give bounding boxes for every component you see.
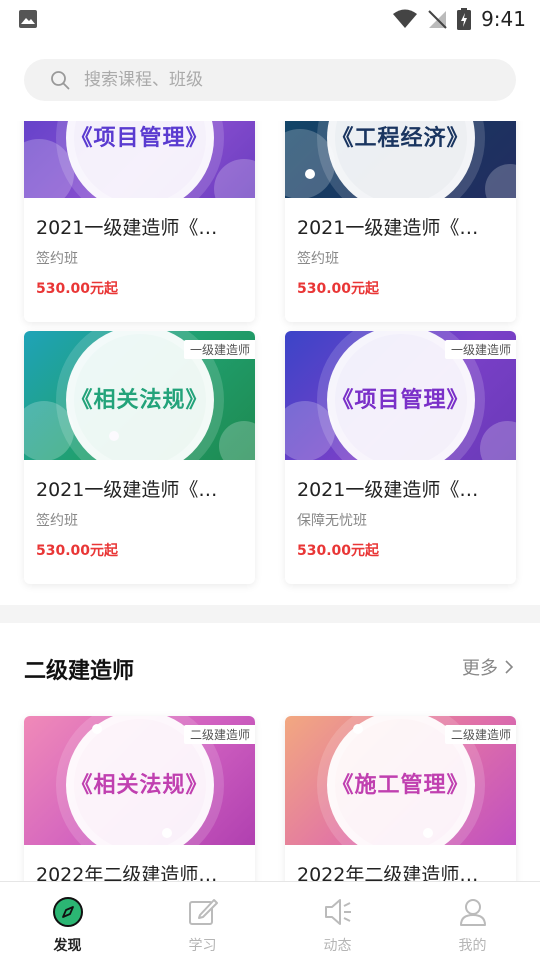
image-notification-icon: [19, 10, 37, 28]
class-type: 签约班: [36, 251, 78, 267]
thumbnail-title: 《相关法规》: [70, 387, 209, 413]
course-thumbnail: 《项目管理》 一级建造师: [285, 331, 516, 460]
course-card[interactable]: 《工程经济》 2021一级建造师《… 签约班 530.00元起: [285, 121, 516, 322]
thumbnail-title: 《相关法规》: [70, 772, 209, 798]
course-card[interactable]: 《项目管理》 2021一级建造师《… 签约班 530.00元起: [24, 121, 255, 322]
course-price: 530.00元起: [297, 543, 380, 559]
class-type: 保障无忧班: [297, 513, 367, 529]
no-signal-icon: [428, 10, 447, 29]
chevron-right-icon: [505, 660, 514, 674]
course-level-tag: 一级建造师: [183, 340, 255, 359]
more-label: 更多: [462, 658, 498, 679]
course-thumbnail: 《施工管理》 二级建造师: [285, 716, 516, 845]
status-time: 9:41: [481, 7, 526, 31]
section-divider: [0, 605, 540, 623]
tab-profile[interactable]: 我的: [405, 882, 540, 960]
more-link[interactable]: 更多: [462, 654, 514, 680]
course-name: 2021一级建造师《…: [297, 217, 479, 239]
course-price: 530.00元起: [36, 543, 119, 559]
course-feed[interactable]: 《项目管理》 2021一级建造师《… 签约班 530.00元起 《工程经济》 2…: [0, 121, 540, 881]
tab-label: 我的: [458, 938, 487, 954]
course-price: 530.00元起: [36, 281, 119, 297]
course-card[interactable]: 《项目管理》 一级建造师 2021一级建造师《… 保障无忧班 530.00元起: [285, 331, 516, 584]
course-price: 530.00元起: [297, 281, 380, 297]
wifi-icon: [393, 9, 418, 28]
course-name: 2021一级建造师《…: [36, 217, 218, 239]
section-title: 二级建造师: [24, 659, 135, 684]
battery-charging-icon: [457, 8, 472, 30]
tab-feed[interactable]: 动态: [270, 882, 405, 960]
status-bar: 9:41: [0, 0, 540, 38]
compass-icon: [52, 897, 83, 927]
course-name: 2021一级建造师《…: [36, 479, 218, 501]
edit-icon: [188, 899, 218, 925]
course-name: 2022年二级建造师…: [36, 864, 218, 881]
course-level-tag: 二级建造师: [183, 725, 255, 744]
course-thumbnail: 《项目管理》: [24, 121, 255, 198]
course-level-tag: 二级建造师: [444, 725, 516, 744]
course-card[interactable]: 《相关法规》 二级建造师 2022年二级建造师…: [24, 716, 255, 881]
tab-label: 学习: [188, 938, 217, 954]
thumbnail-title: 《工程经济》: [331, 125, 470, 151]
course-card[interactable]: 《相关法规》 一级建造师 2021一级建造师《… 签约班 530.00元起: [24, 331, 255, 584]
bottom-nav: 发现 学习 动态 我的: [0, 881, 540, 960]
class-type: 签约班: [297, 251, 339, 267]
person-icon: [459, 899, 486, 926]
search-input[interactable]: [84, 70, 464, 90]
tab-label: 发现: [53, 938, 82, 954]
tab-label: 动态: [323, 938, 352, 954]
course-level-tag: 一级建造师: [444, 340, 516, 359]
tab-study[interactable]: 学习: [135, 882, 270, 960]
course-thumbnail: 《工程经济》: [285, 121, 516, 198]
search-bar[interactable]: [24, 59, 516, 101]
thumbnail-title: 《施工管理》: [331, 772, 470, 798]
speaker-icon: [324, 899, 351, 925]
thumbnail-title: 《项目管理》: [331, 387, 470, 413]
course-name: 2021一级建造师《…: [297, 479, 479, 501]
course-name: 2022年二级建造师…: [297, 864, 479, 881]
tab-discover[interactable]: 发现: [0, 882, 135, 960]
course-thumbnail: 《相关法规》 二级建造师: [24, 716, 255, 845]
class-type: 签约班: [36, 513, 78, 529]
course-card[interactable]: 《施工管理》 二级建造师 2022年二级建造师…: [285, 716, 516, 881]
course-thumbnail: 《相关法规》 一级建造师: [24, 331, 255, 460]
search-icon: [51, 71, 70, 90]
thumbnail-title: 《项目管理》: [70, 125, 209, 151]
